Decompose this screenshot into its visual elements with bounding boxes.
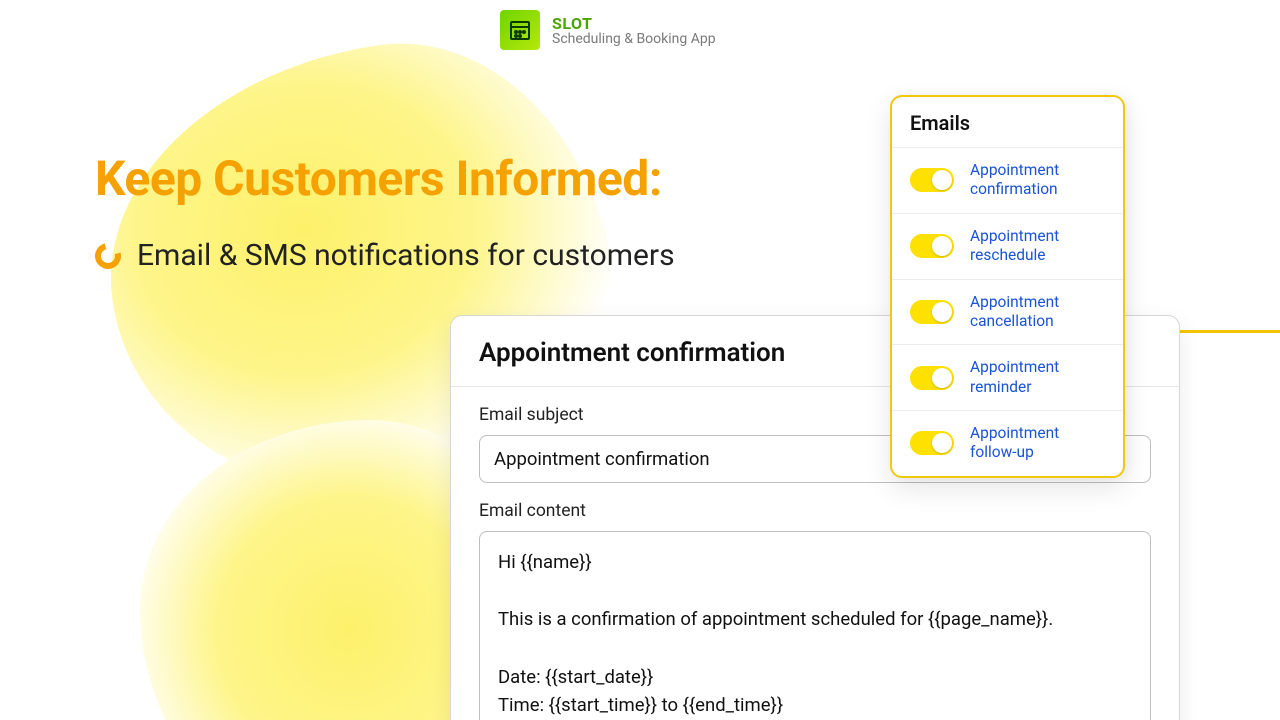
emails-row-confirmation[interactable]: Appointment confirmation	[892, 147, 1123, 213]
emails-row-reschedule[interactable]: Appointment reschedule	[892, 213, 1123, 279]
toggle-appointment-confirmation[interactable]	[910, 168, 954, 192]
toggle-appointment-reminder[interactable]	[910, 366, 954, 390]
brand-logo-icon	[500, 10, 540, 50]
brand-subtitle: Scheduling & Booking App	[552, 31, 716, 47]
subline-row: Email & SMS notifications for customers	[95, 238, 675, 273]
emails-row-cancellation[interactable]: Appointment cancellation	[892, 279, 1123, 345]
emails-row-label: Appointment reminder	[970, 358, 1105, 397]
emails-row-reminder[interactable]: Appointment reminder	[892, 344, 1123, 410]
emails-panel: Emails Appointment confirmation Appointm…	[890, 95, 1125, 478]
emails-row-label: Appointment cancellation	[970, 293, 1105, 332]
email-content-label: Email content	[479, 501, 1151, 521]
bullet-ring-icon	[90, 238, 126, 274]
email-content-editor[interactable]: Hi {{name}} This is a confirmation of ap…	[479, 531, 1151, 720]
emails-panel-title: Emails	[892, 97, 1123, 147]
toggle-appointment-reschedule[interactable]	[910, 234, 954, 258]
emails-row-label: Appointment follow-up	[970, 424, 1105, 463]
emails-row-follow-up[interactable]: Appointment follow-up	[892, 410, 1123, 476]
emails-row-label: Appointment reschedule	[970, 227, 1105, 266]
emails-row-label: Appointment confirmation	[970, 161, 1105, 200]
page-headline: Keep Customers Informed:	[95, 150, 662, 207]
toggle-appointment-cancellation[interactable]	[910, 300, 954, 324]
page-subline: Email & SMS notifications for customers	[137, 238, 675, 273]
toggle-appointment-follow-up[interactable]	[910, 431, 954, 455]
brand-header: SLOT Scheduling & Booking App	[500, 10, 716, 50]
